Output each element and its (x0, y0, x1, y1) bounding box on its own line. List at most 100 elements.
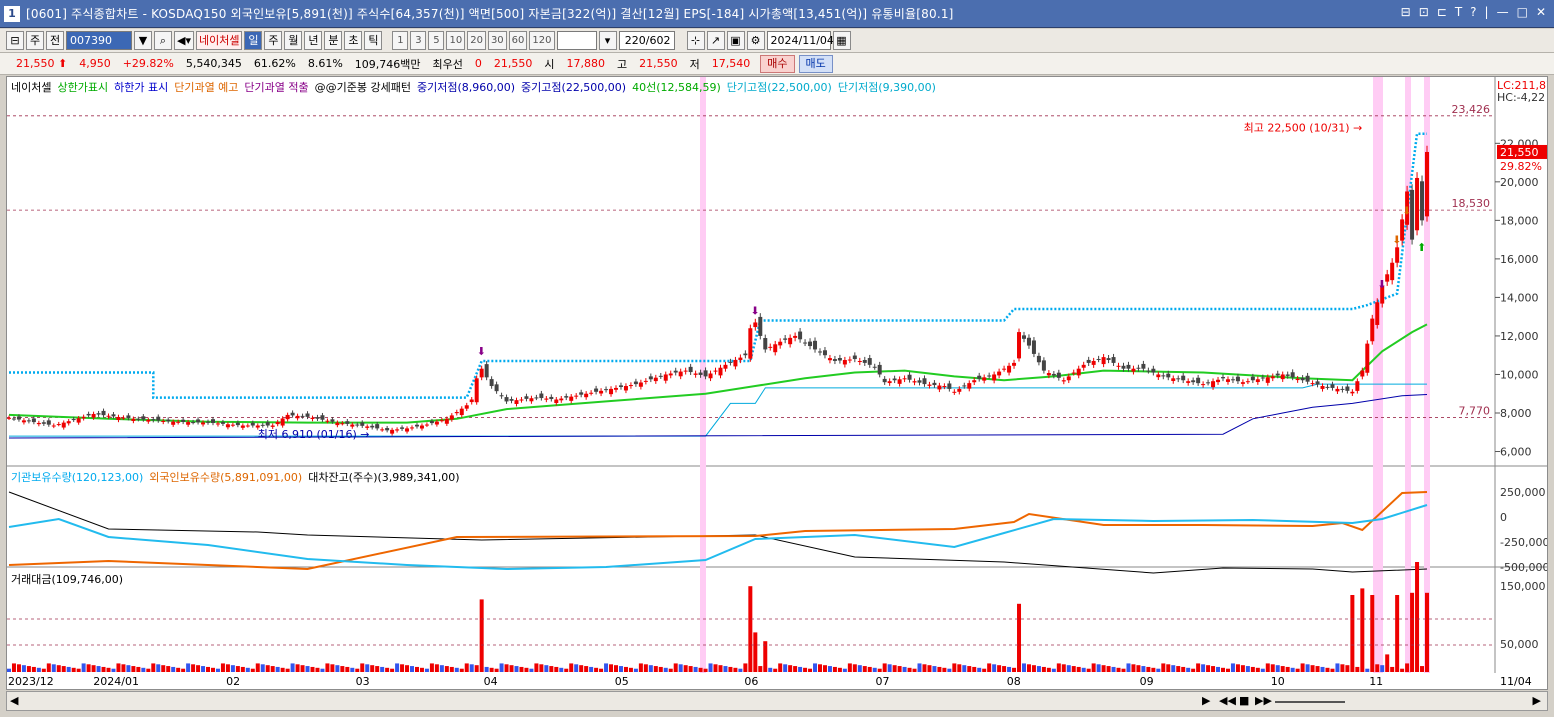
cycle-select[interactable]: 전 (46, 31, 64, 50)
candle (1091, 360, 1096, 365)
candle (1031, 340, 1036, 354)
volume-bar (509, 665, 514, 672)
legend-item-0[interactable]: 네이처셀 (11, 79, 51, 95)
calendar-icon[interactable]: ▦ (832, 31, 851, 50)
volume-bar (240, 666, 245, 672)
maximize-icon[interactable]: □ (1517, 5, 1528, 19)
scroll-left-icon[interactable]: ◀ (10, 694, 18, 707)
date-input[interactable]: 2024/11/04 (766, 31, 834, 50)
close-icon[interactable]: ✕ (1536, 5, 1546, 19)
horizontal-scrollbar[interactable]: ◀ ▶ ◀◀ ■ ▶▶ ▶ (6, 691, 1548, 711)
volume-bar (668, 668, 673, 672)
dropdown-icon[interactable]: ▼ (134, 31, 152, 50)
search-icon[interactable]: ⌕ (154, 31, 172, 50)
legend-item-1[interactable]: 상한가표시 (57, 79, 108, 95)
volume-bar (892, 665, 897, 672)
volume-bar (56, 665, 61, 672)
rewind-icon[interactable]: ◀◀ (1219, 694, 1236, 707)
interval-30[interactable]: 30 (487, 31, 507, 50)
holdings-legend-item-1[interactable]: 외국인보유수량(5,891,091,00) (149, 469, 302, 485)
volume-bar (957, 664, 962, 672)
volume-bar (81, 663, 86, 672)
legend-item-3[interactable]: 단기과열 예고 (174, 79, 238, 95)
candle (539, 393, 544, 399)
legend-item-9[interactable]: 단기고점(22,500,00) (727, 79, 832, 95)
holdings-y-label: -500,000 (1500, 561, 1547, 574)
interval-dropdown-icon[interactable]: ▾ (598, 31, 617, 50)
interval-20[interactable]: 20 (467, 31, 486, 50)
volume-bar (718, 665, 723, 672)
interval-120[interactable]: 120 (529, 31, 555, 50)
candle (161, 420, 166, 422)
period-day[interactable]: 일 (244, 31, 263, 50)
restore-icon[interactable]: ⊡ (1419, 5, 1429, 19)
drawing-icon[interactable]: ↗ (706, 31, 725, 50)
current-price: 21,550 ⬆ (10, 57, 73, 70)
speaker-icon[interactable]: ◀▾ (174, 31, 194, 50)
save-icon[interactable]: ▣ (726, 31, 745, 50)
candle (1330, 384, 1335, 388)
volume-bar (51, 664, 56, 672)
candle (1026, 337, 1031, 346)
candle (584, 393, 589, 398)
split-icon[interactable]: ⊏ (1437, 5, 1447, 19)
volume-bar (1325, 667, 1330, 672)
legend-item-8[interactable]: 40선(12,584,59) (632, 79, 721, 95)
interval-60[interactable]: 60 (508, 31, 528, 50)
volume-bar (594, 667, 599, 672)
zoom-slider[interactable] (1275, 701, 1345, 703)
period-minute[interactable]: 분 (324, 31, 343, 50)
forward-icon[interactable]: ▶▶ (1255, 694, 1272, 707)
volume-bar (1380, 665, 1385, 672)
legend-item-4[interactable]: 단기과열 적출 (244, 79, 308, 95)
interval-1[interactable]: 1 (392, 31, 409, 50)
settings-icon[interactable]: ⚙ (746, 31, 765, 50)
x-label: 11 (1369, 675, 1384, 688)
candle (494, 384, 499, 392)
sell-button[interactable]: 매도 (798, 54, 833, 73)
chart-area[interactable]: 6,000 8,000 10,000 12,000 14,000 16,000 18,000… (6, 76, 1548, 690)
legend-item-5[interactable]: @@기준봉 강세패턴 (315, 79, 411, 95)
interval-5[interactable]: 5 (428, 31, 445, 50)
candle (230, 424, 235, 426)
code-input[interactable]: 007390 (66, 31, 132, 50)
play-icon[interactable]: ▶ (1202, 694, 1210, 707)
candle (464, 405, 469, 409)
up-arrow-icon: ⬆ (1417, 241, 1426, 254)
scroll-right-icon[interactable]: ▶ (1533, 694, 1541, 707)
interval-3[interactable]: 3 (410, 31, 427, 50)
candle (1201, 384, 1206, 386)
layout-icon[interactable]: ⊟ (1401, 5, 1411, 19)
stock-chart[interactable]: 6,000 8,000 10,000 12,000 14,000 16,000 18,000… (7, 77, 1547, 673)
volume-bar (748, 586, 753, 672)
chart-menu-icon[interactable]: ⊟ (6, 31, 24, 50)
holdings-legend-item-0[interactable]: 기관보유수량(120,123,00) (11, 469, 143, 485)
volume-bar (340, 666, 345, 672)
text-icon[interactable]: T (1455, 5, 1462, 19)
stop-icon[interactable]: ■ (1239, 694, 1249, 707)
type-select[interactable]: 주 (26, 31, 44, 50)
candle (803, 342, 808, 344)
volume-bar (206, 666, 211, 672)
holdings-legend-item-2[interactable]: 대차잔고(주수)(3,989,341,00) (308, 469, 459, 485)
period-week[interactable]: 주 (264, 31, 283, 50)
legend-item-2[interactable]: 하한가 표시 (114, 79, 168, 95)
legend-item-7[interactable]: 중기고점(22,500,00) (521, 79, 626, 95)
period-month[interactable]: 월 (284, 31, 303, 50)
minimize-icon[interactable]: — (1497, 5, 1509, 19)
custom-interval-input[interactable] (556, 31, 597, 50)
period-tick[interactable]: 틱 (364, 31, 383, 50)
candle (479, 368, 484, 378)
indicator-button[interactable]: 네이처셀 (195, 31, 243, 50)
legend-item-6[interactable]: 중기저점(8,960,00) (417, 79, 515, 95)
crosshair-icon[interactable]: ⊹ (686, 31, 705, 50)
help-icon[interactable]: ? (1470, 5, 1476, 19)
period-year[interactable]: 년 (304, 31, 323, 50)
volume-bar (698, 667, 703, 672)
interval-10[interactable]: 10 (446, 31, 466, 50)
count-input[interactable]: 220/602 (618, 31, 675, 50)
legend-item-10[interactable]: 단기저점(9,390,00) (838, 79, 936, 95)
buy-button[interactable]: 매수 (760, 54, 795, 73)
volume-bar (554, 666, 559, 672)
period-second[interactable]: 초 (344, 31, 363, 50)
